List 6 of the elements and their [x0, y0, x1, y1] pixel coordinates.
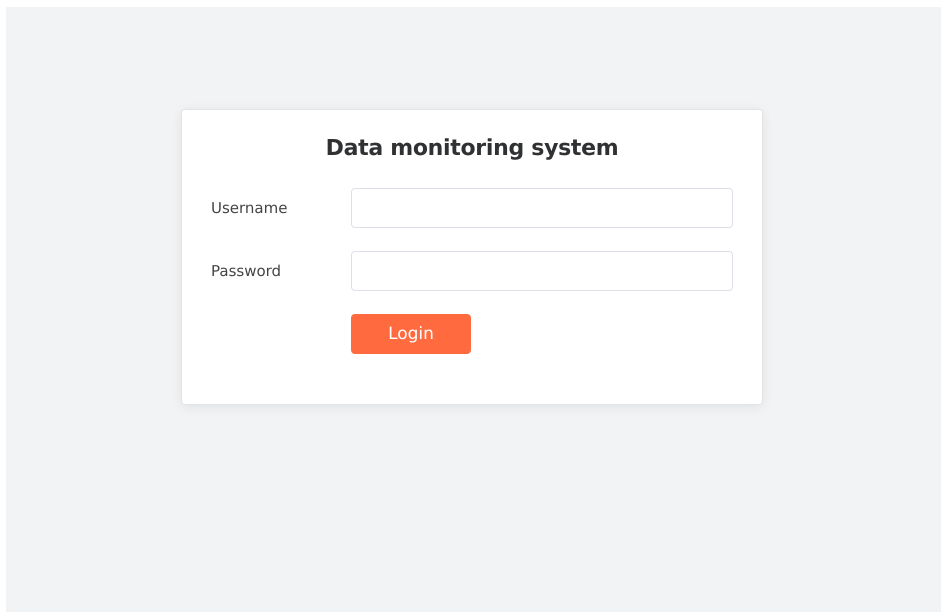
field-label: Username: [211, 199, 288, 217]
card-title: Data monitoring system: [324, 136, 620, 161]
field-label: Password: [211, 262, 282, 280]
input-field[interactable]: [351, 188, 733, 228]
input-field[interactable]: [351, 251, 733, 291]
login-button[interactable]: Login: [351, 314, 471, 354]
